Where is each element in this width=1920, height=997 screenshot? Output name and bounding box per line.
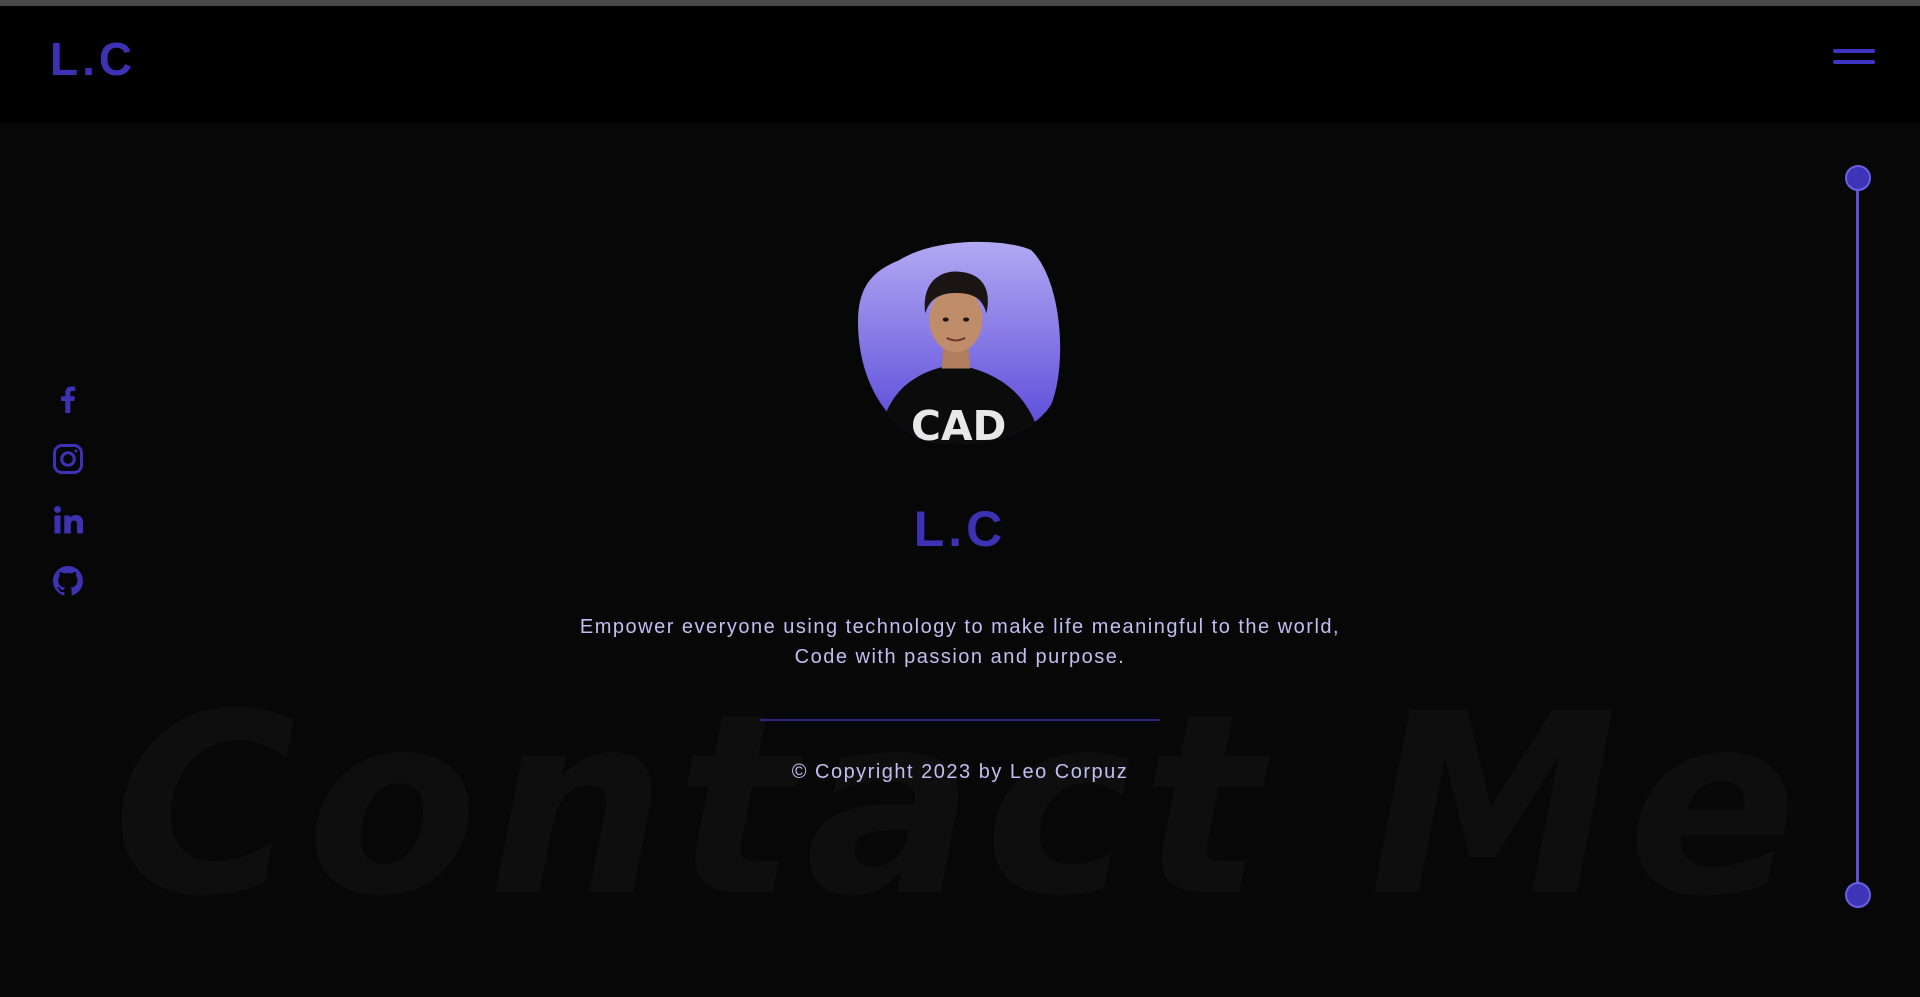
scroll-track-bottom-dot[interactable] [1845,882,1871,908]
scroll-track[interactable] [1856,178,1859,896]
instagram-icon[interactable] [50,441,86,477]
site-logo[interactable]: L.C [50,32,136,86]
site-header: L.C [0,6,1920,122]
hamburger-bar [1833,49,1875,53]
tagline-line-1: Empower everyone using technology to mak… [579,616,1341,638]
scroll-track-top-dot[interactable] [1845,165,1871,191]
facebook-icon[interactable] [50,380,86,416]
hamburger-bar [1833,60,1875,64]
avatar: CAD [858,240,1062,444]
background-watermark-text: Contact Me [112,660,1808,951]
github-icon[interactable] [50,563,86,599]
tagline: Empower everyone using technology to mak… [0,612,1920,672]
copyright-text: © Copyright 2023 by Leo Corpuz [791,761,1129,783]
divider [760,719,1160,721]
svg-text:CAD: CAD [911,402,1006,444]
hamburger-menu-icon[interactable] [1833,46,1875,68]
tagline-line-2: Code with passion and purpose. [794,646,1126,668]
profile-name: L.C [913,501,1007,557]
